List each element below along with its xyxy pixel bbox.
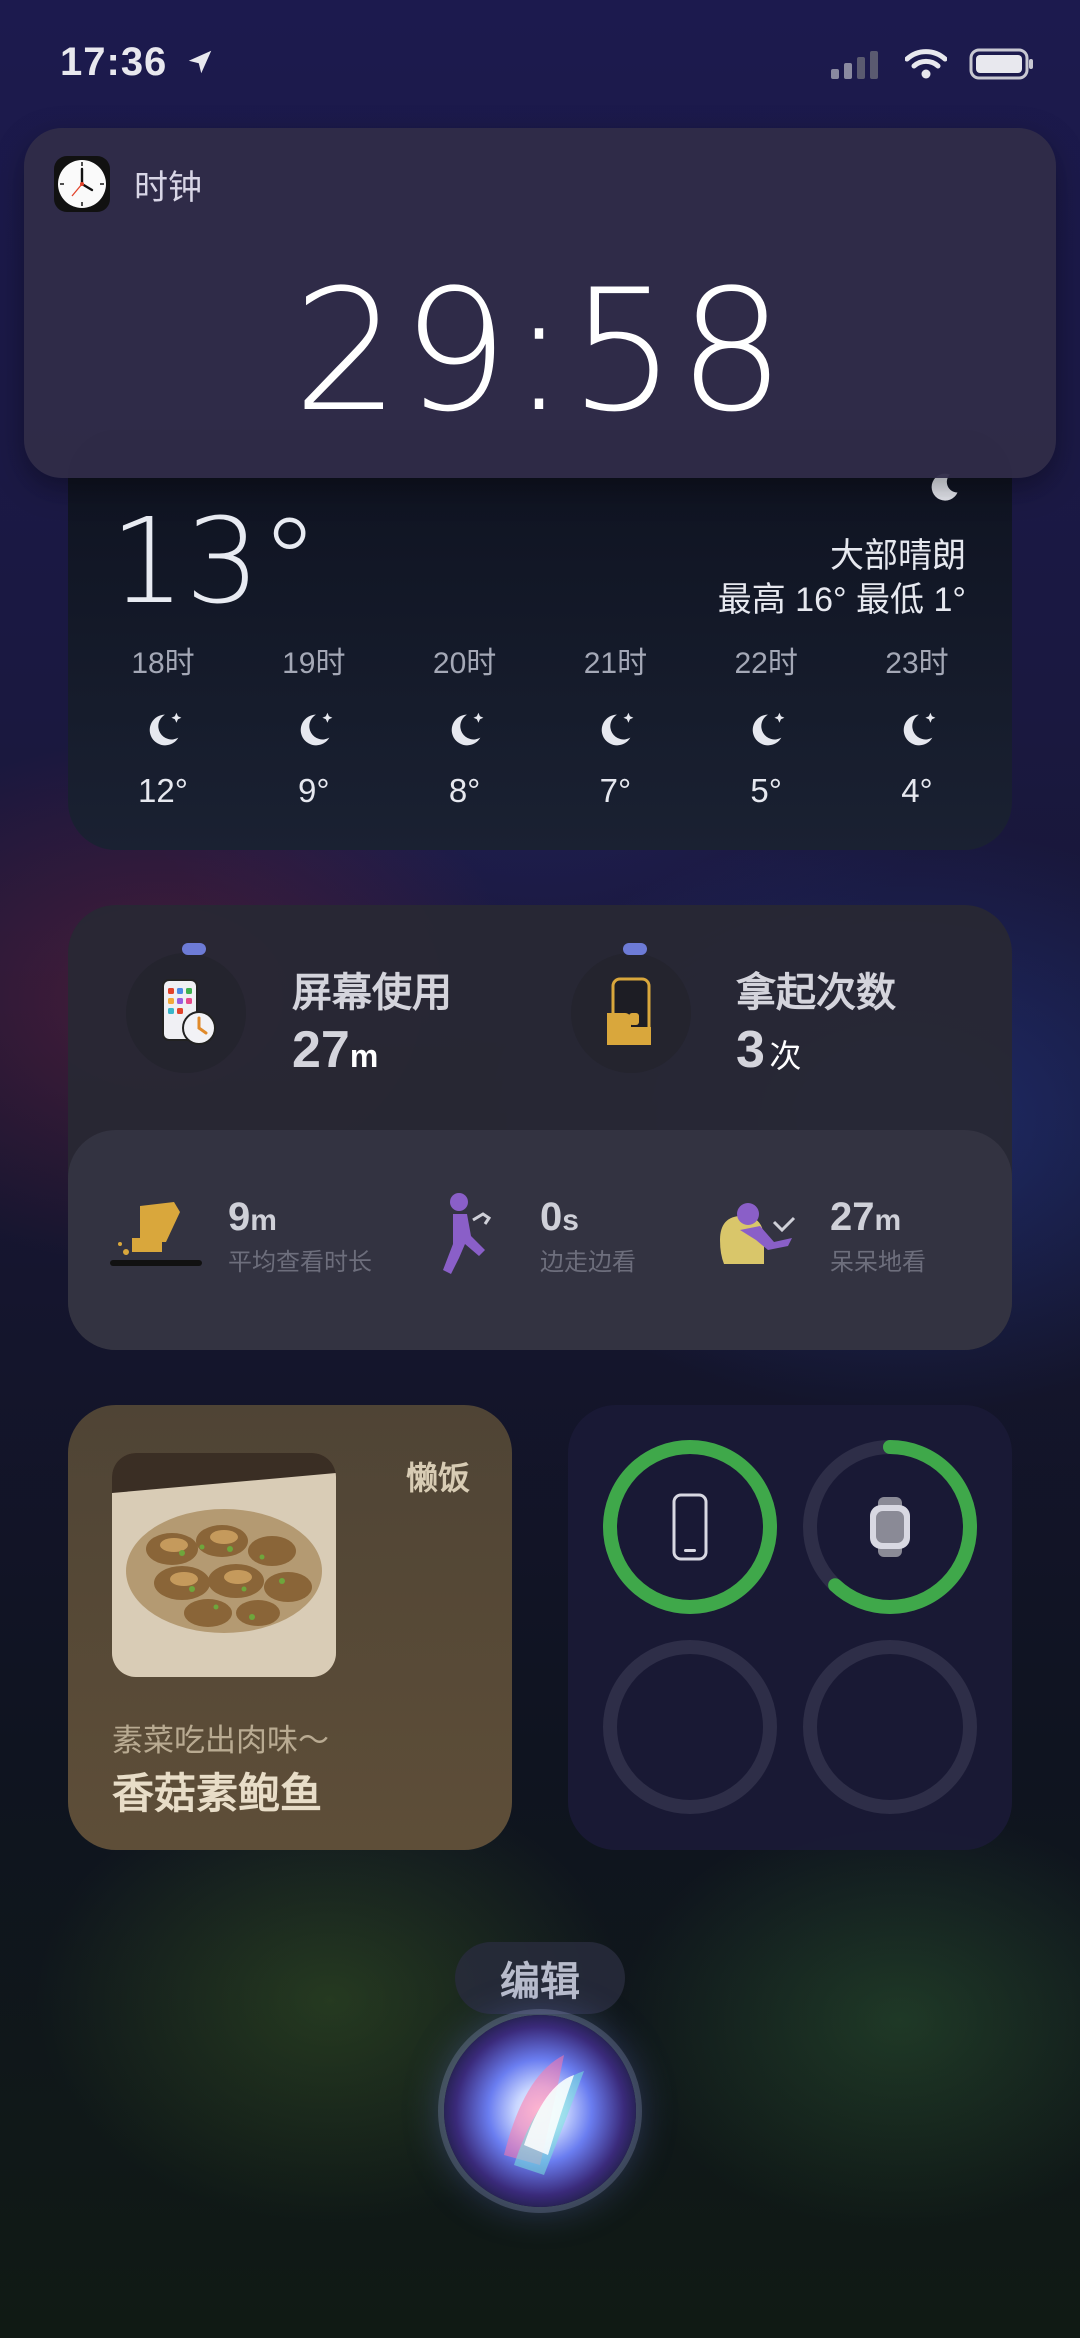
screen-usage-value-row: 27m — [292, 1020, 452, 1080]
hour-label: 19时 — [282, 647, 346, 680]
recipe-title: 香菇素鲍鱼 — [112, 1770, 323, 1817]
wifi-icon — [905, 49, 947, 79]
moon-stars-icon — [691, 700, 841, 760]
pickups-value-row: 3 次 — [736, 1020, 896, 1080]
notification-header: 时钟 — [54, 156, 202, 212]
recipe-subtitle: 素菜吃出肉味～ — [112, 1723, 329, 1758]
current-temperature: 13° — [110, 492, 320, 630]
status-indicators — [831, 48, 1035, 80]
avg-view-label: 平均查看时长 — [228, 1249, 372, 1276]
battery-rings — [603, 1440, 977, 1814]
screen-time-stats-panel: 9m 平均查看时长 0s 边走边看 27m 呆呆地看 — [68, 1130, 1012, 1350]
staring-value: 27 — [830, 1195, 875, 1239]
staring-label: 呆呆地看 — [830, 1249, 926, 1276]
recipe-widget[interactable]: 懒饭 素菜吃出肉味～ 香菇素鲍鱼 — [68, 1405, 512, 1850]
avg-view-value: 9 — [228, 1195, 251, 1239]
moon-stars-icon — [390, 700, 540, 760]
walking-unit: s — [562, 1204, 579, 1237]
moon-stars-icon — [88, 700, 238, 760]
hour-temp: 7° — [599, 772, 632, 809]
avg-view-stat: 9m 平均查看时长 — [228, 1195, 372, 1277]
screen-time-widget[interactable]: 屏幕使用 27m 拿起次数 3 次 9m 平均查看时长 0s 边走边看 27m … — [68, 905, 1012, 1350]
weather-condition: 大部晴朗 — [830, 537, 966, 575]
clock-app-icon — [54, 156, 110, 212]
phone-clock-icon — [162, 979, 216, 1045]
moon-stars-icon — [842, 700, 992, 760]
hour-label: 20时 — [432, 647, 497, 680]
staring-unit: m — [874, 1204, 902, 1237]
hourly-forecast: 18时 12° 19时 9° 20时 8° 21时 7° 22时 5° 23时 … — [88, 638, 992, 810]
battery-icon — [969, 48, 1033, 80]
siri-waveform-icon — [504, 2055, 584, 2175]
status-time: 17:36 — [60, 40, 215, 85]
weather-high-low: 最高 16° 最低 1° — [717, 581, 966, 619]
location-arrow-icon — [189, 50, 212, 74]
phone-pickup-icon — [607, 977, 651, 1045]
cellular-signal-icon — [831, 51, 878, 79]
hour-label: 21时 — [583, 647, 648, 680]
hour-label: 18时 — [131, 647, 195, 680]
hourly-item: 18时 12° — [88, 638, 238, 810]
walking-person-icon — [443, 1193, 492, 1274]
staring-stat: 27m 呆呆地看 — [830, 1195, 926, 1277]
hourly-item: 19时 9° — [239, 638, 389, 810]
moon-stars-icon — [239, 700, 389, 760]
notification-app-name: 时钟 — [134, 168, 202, 207]
screen-usage-circle — [126, 953, 246, 1073]
moon-stars-icon — [540, 700, 690, 760]
pickups-block: 拿起次数 3 次 — [736, 960, 896, 1080]
clock-timer-notification[interactable]: 时钟 29:58 — [24, 128, 1056, 478]
recipe-photo — [112, 1453, 336, 1677]
battery-level-arc — [603, 1440, 777, 1614]
hour-label: 23时 — [885, 647, 949, 680]
battery-ring-empty — [603, 1640, 777, 1814]
hourly-item: 20时 8° — [390, 638, 540, 810]
screen-usage-unit: m — [349, 1038, 379, 1074]
hourly-item: 21时 7° — [540, 638, 690, 810]
hour-temp: 12° — [138, 772, 188, 809]
timer-countdown: 29:58 — [292, 253, 788, 449]
screen-usage-block: 屏幕使用 27m — [292, 960, 452, 1080]
avg-view-unit: m — [250, 1204, 277, 1237]
screen-usage-label: 屏幕使用 — [292, 971, 452, 1015]
lounging-person-icon — [720, 1203, 796, 1264]
pickups-label: 拿起次数 — [736, 971, 896, 1015]
hour-temp: 8° — [448, 772, 481, 809]
battery-ring-iphone — [603, 1440, 777, 1614]
battery-ring-empty — [803, 1640, 977, 1814]
pickups-unit: 次 — [769, 1038, 802, 1074]
battery-ring-watch — [803, 1440, 977, 1614]
hourly-item: 23时 4° — [842, 638, 992, 810]
hour-temp: 5° — [750, 772, 782, 809]
pickups-progress-indicator — [623, 943, 647, 955]
weather-widget[interactable]: 13° 大部晴朗 最高 16° 最低 1° 18时 12° 19时 9° 20时… — [68, 430, 1012, 850]
walking-label: 边走边看 — [540, 1249, 636, 1276]
pickups-circle — [571, 953, 691, 1073]
siri-orb[interactable] — [444, 2015, 636, 2207]
recipe-app-name: 懒饭 — [405, 1460, 470, 1496]
hour-temp: 4° — [901, 772, 933, 809]
hourly-item: 22时 5° — [691, 638, 841, 810]
screen-usage-value: 27 — [292, 1021, 350, 1079]
walking-value: 0 — [540, 1195, 563, 1239]
hour-temp: 9° — [298, 772, 330, 809]
status-time-text: 17:36 — [60, 40, 168, 84]
hour-label: 22时 — [734, 647, 798, 680]
pickups-value: 3 — [736, 1021, 765, 1079]
staring-value-row: 27m — [830, 1195, 926, 1240]
edit-button[interactable]: 编辑 — [455, 1942, 625, 2014]
walking-value-row: 0s — [540, 1195, 636, 1240]
walking-stat: 0s 边走边看 — [540, 1195, 636, 1277]
batteries-widget[interactable] — [568, 1405, 1012, 1850]
usage-progress-indicator — [182, 943, 206, 955]
avg-view-value-row: 9m — [228, 1195, 372, 1240]
hand-tap-icon — [110, 1202, 202, 1266]
